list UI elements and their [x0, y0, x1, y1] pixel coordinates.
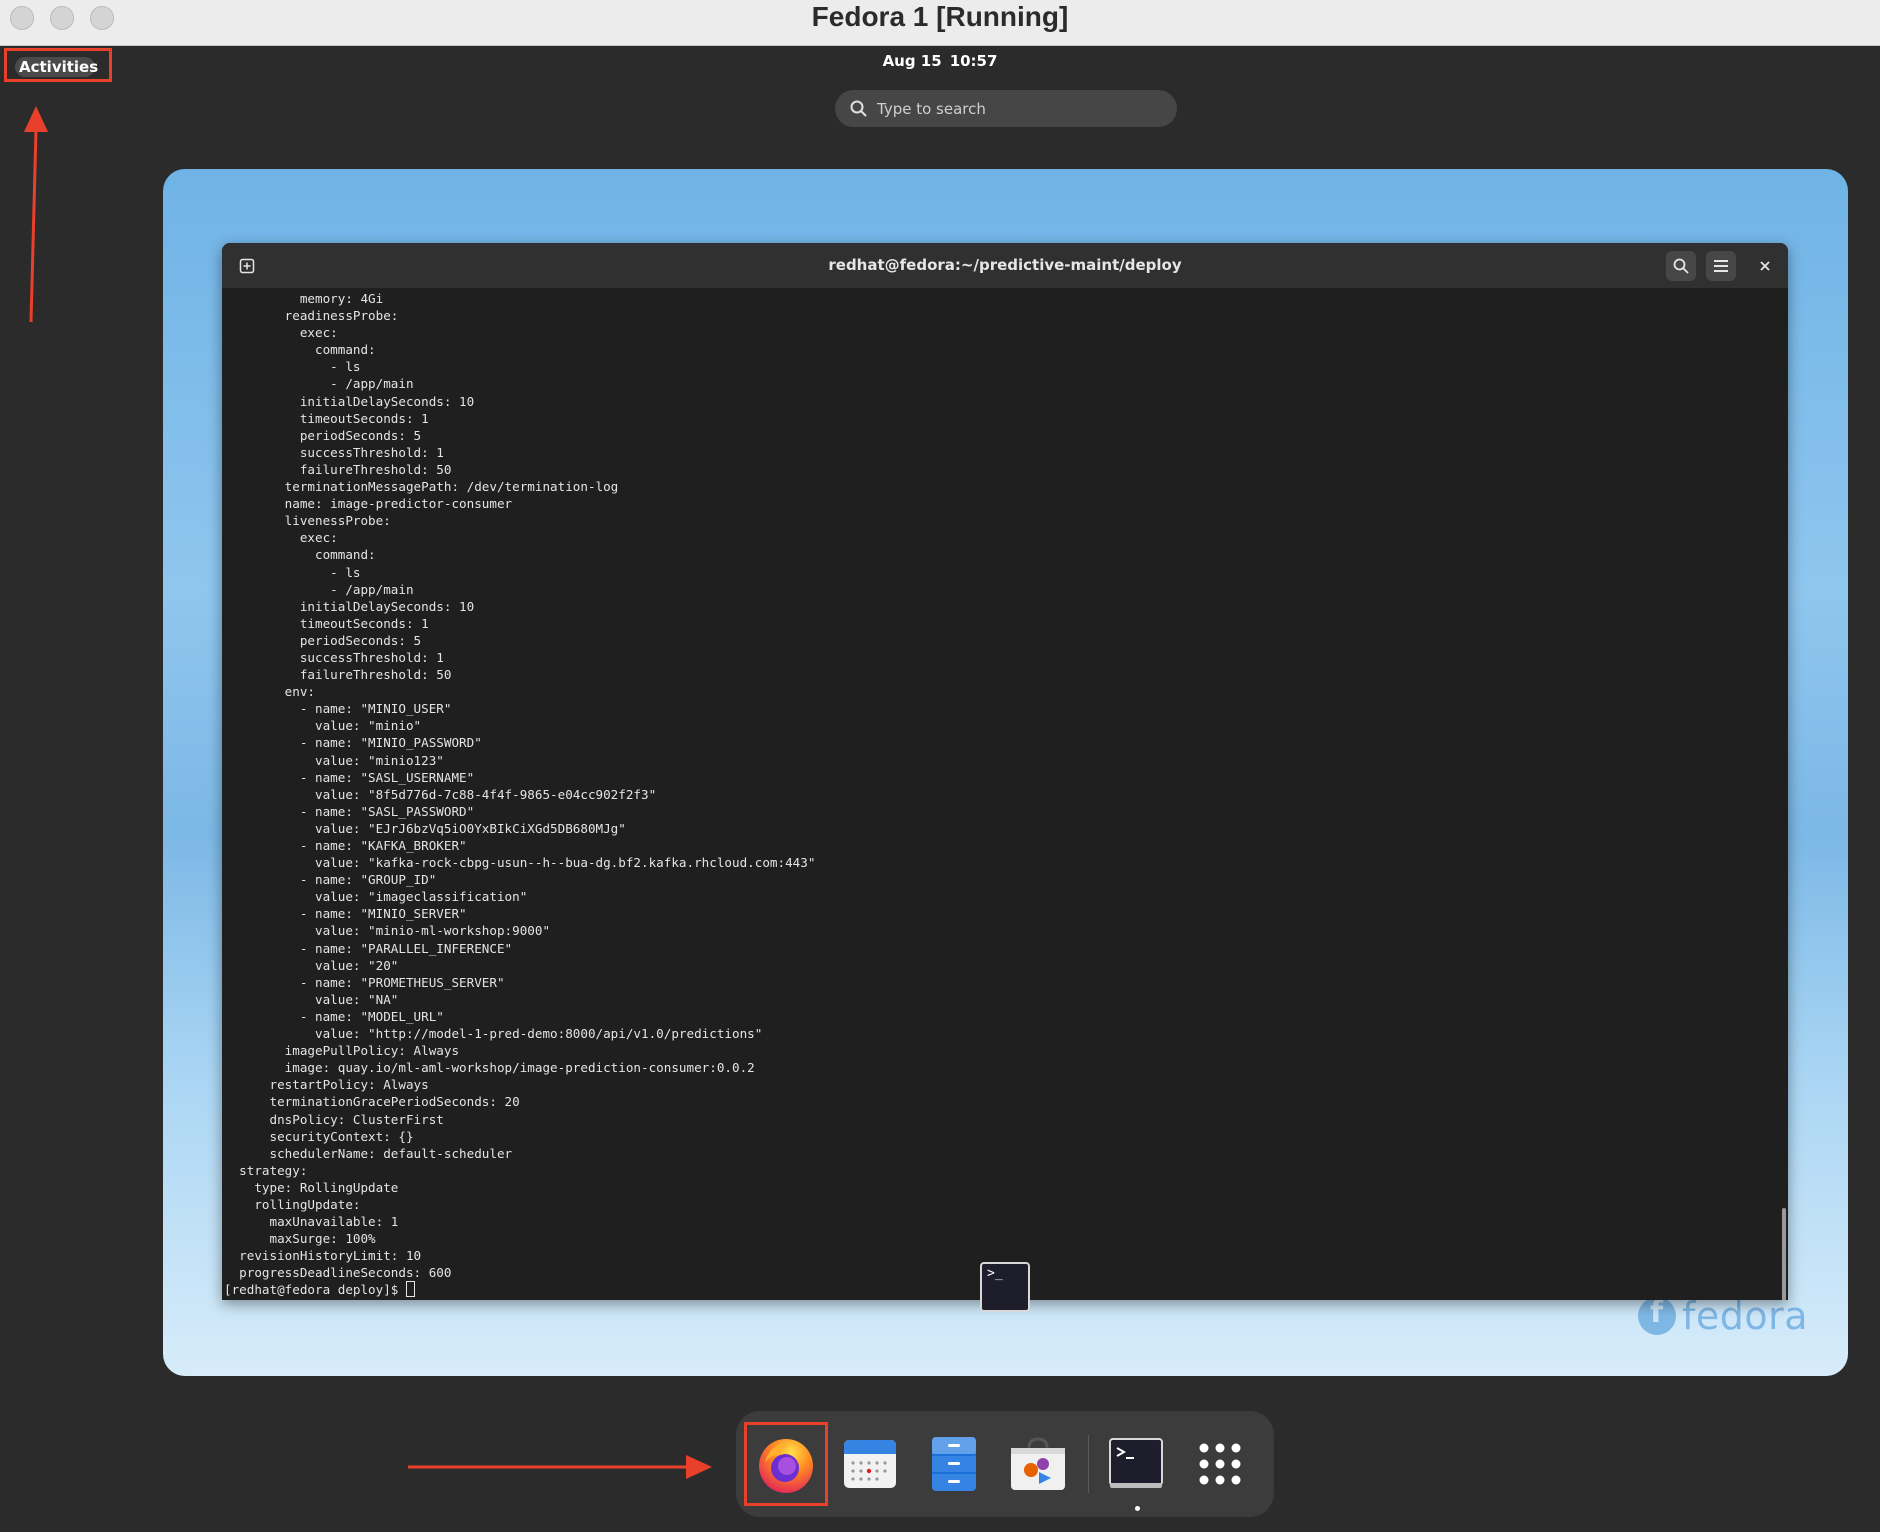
top-bar-clock[interactable]: Aug 15 10:57 [0, 52, 1880, 70]
terminal-line: exec: [224, 325, 338, 341]
dock-calendar[interactable] [828, 1422, 912, 1506]
terminal-line: - name: "GROUP_ID" [224, 872, 437, 888]
terminal-line: imagePullPolicy: Always [224, 1043, 460, 1059]
text-cursor [405, 1281, 415, 1298]
terminal-line: terminationMessagePath: /dev/termination… [224, 479, 619, 495]
terminal-line: memory: 4Gi [224, 291, 384, 306]
terminal-line: livenessProbe: [224, 513, 391, 529]
terminal-line: - ls [224, 564, 361, 580]
terminal-line: - name: "MINIO_SERVER" [224, 906, 467, 922]
software-icon [1011, 1437, 1065, 1490]
terminal-line: name: image-predictor-consumer [224, 496, 513, 512]
terminal-search-button[interactable] [1666, 251, 1696, 281]
terminal-line: command: [224, 342, 376, 358]
terminal-line: restartPolicy: Always [224, 1077, 429, 1093]
fedora-watermark-text: fedora [1681, 1294, 1808, 1338]
terminal-line: dnsPolicy: ClusterFirst [224, 1111, 444, 1127]
dock-files[interactable] [912, 1422, 996, 1506]
terminal-line: securityContext: {} [224, 1128, 414, 1144]
terminal-line: exec: [224, 530, 338, 546]
terminal-line: periodSeconds: 5 [224, 427, 422, 443]
terminal-line: successThreshold: 1 [224, 649, 444, 665]
search-icon [1673, 258, 1689, 274]
terminal-line: schedulerName: default-scheduler [224, 1145, 513, 1161]
app-grid-icon [1199, 1443, 1241, 1485]
terminal-line: periodSeconds: 5 [224, 632, 422, 648]
dock-separator [1088, 1435, 1089, 1493]
dash-dock [736, 1411, 1274, 1517]
terminal-line: value: "http://model-1-pred-demo:8000/ap… [224, 1026, 763, 1042]
running-indicator [1135, 1506, 1140, 1511]
terminal-line: - name: "SASL_USERNAME" [224, 769, 475, 785]
terminal-line: - /app/main [224, 581, 414, 597]
overview-search[interactable] [835, 90, 1177, 127]
terminal-line: value: "EJrJ6bzVq5iO0YxBIkCiXGd5DB680MJg… [224, 820, 626, 836]
search-input[interactable] [877, 90, 1157, 127]
search-icon [850, 100, 867, 117]
terminal-line: - name: "MINIO_USER" [224, 701, 452, 717]
terminal-menu-button[interactable] [1706, 251, 1736, 281]
terminal-line: timeoutSeconds: 1 [224, 615, 429, 631]
terminal-line: - name: "KAFKA_BROKER" [224, 838, 467, 853]
terminal-line: - name: "MINIO_PASSWORD" [224, 735, 482, 751]
terminal-line: value: "8f5d776d-7c88-4f4f-9865-e04cc902… [224, 786, 657, 802]
terminal-line: image: quay.io/ml-aml-workshop/image-pre… [224, 1060, 755, 1076]
terminal-line: value: "minio123" [224, 752, 444, 768]
terminal-line: - name: "PARALLEL_INFERENCE" [224, 940, 513, 956]
terminal-line: successThreshold: 1 [224, 444, 444, 460]
dock-terminal[interactable] [1094, 1422, 1178, 1506]
terminal-line: - name: "MODEL_URL" [224, 1008, 444, 1024]
fedora-watermark: fedora [1637, 1294, 1808, 1338]
dock-show-apps[interactable] [1178, 1422, 1262, 1506]
terminal-line: failureThreshold: 50 [224, 461, 452, 477]
terminal-line: - name: "PROMETHEUS_SERVER" [224, 974, 505, 990]
terminal-line: failureThreshold: 50 [224, 667, 452, 683]
terminal-window-badge-icon: >_ [980, 1262, 1030, 1312]
terminal-line: - name: "SASL_PASSWORD" [224, 803, 475, 819]
clock-date: Aug 15 [882, 52, 942, 70]
clock-time: 10:57 [949, 52, 998, 70]
terminal-line: value: "minio" [224, 718, 422, 734]
terminal-title: redhat@fedora:~/predictive-maint/deploy [828, 256, 1182, 274]
calendar-icon [844, 1440, 896, 1488]
terminal-line: type: RollingUpdate [224, 1179, 399, 1195]
terminal-line: value: "kafka-rock-cbpg-usun--h--bua-dg.… [224, 855, 816, 871]
firefox-icon [759, 1439, 813, 1493]
terminal-line: command: [224, 547, 376, 563]
prompt-text: [redhat@fedora deploy]$ [224, 1282, 406, 1298]
terminal-scrollbar[interactable] [1778, 288, 1786, 1300]
terminal-line: initialDelaySeconds: 10 [224, 393, 475, 409]
terminal-line: value: "minio-ml-workshop:9000" [224, 923, 551, 939]
terminal-output[interactable]: memory: 4Gi readinessProbe: exec: comman… [222, 288, 1788, 1300]
terminal-line: initialDelaySeconds: 10 [224, 598, 475, 614]
terminal-window[interactable]: redhat@fedora:~/predictive-maint/deploy … [222, 243, 1788, 1300]
terminal-line: terminationGracePeriodSeconds: 20 [224, 1094, 520, 1110]
terminal-icon [1109, 1438, 1163, 1488]
dock-software[interactable] [996, 1422, 1080, 1506]
terminal-line: value: "NA" [224, 991, 399, 1007]
terminal-line: env: [224, 684, 315, 700]
terminal-line: value: "imageclassification" [224, 889, 528, 905]
terminal-line: - ls [224, 359, 361, 375]
terminal-line: maxSurge: 100% [224, 1231, 376, 1247]
fedora-logo-icon [1637, 1295, 1676, 1335]
terminal-line: rollingUpdate: [224, 1196, 361, 1212]
dock-firefox[interactable] [744, 1422, 828, 1506]
terminal-line: value: "20" [224, 957, 399, 973]
close-icon [1760, 261, 1770, 271]
scrollbar-thumb[interactable] [1782, 1208, 1786, 1300]
terminal-header: redhat@fedora:~/predictive-maint/deploy [222, 243, 1788, 288]
host-window-title: Fedora 1 [Running] [811, 1, 1069, 32]
terminal-line: maxUnavailable: 1 [224, 1214, 399, 1230]
terminal-line: - /app/main [224, 376, 414, 392]
hamburger-menu-icon [1714, 260, 1728, 272]
terminal-line: timeoutSeconds: 1 [224, 410, 429, 426]
host-titlebar: Fedora 1 [Running] [0, 0, 1880, 46]
terminal-line: readinessProbe: [224, 308, 399, 324]
terminal-line: strategy: [224, 1162, 308, 1178]
terminal-close-button[interactable] [1750, 251, 1780, 281]
files-icon [932, 1437, 976, 1491]
